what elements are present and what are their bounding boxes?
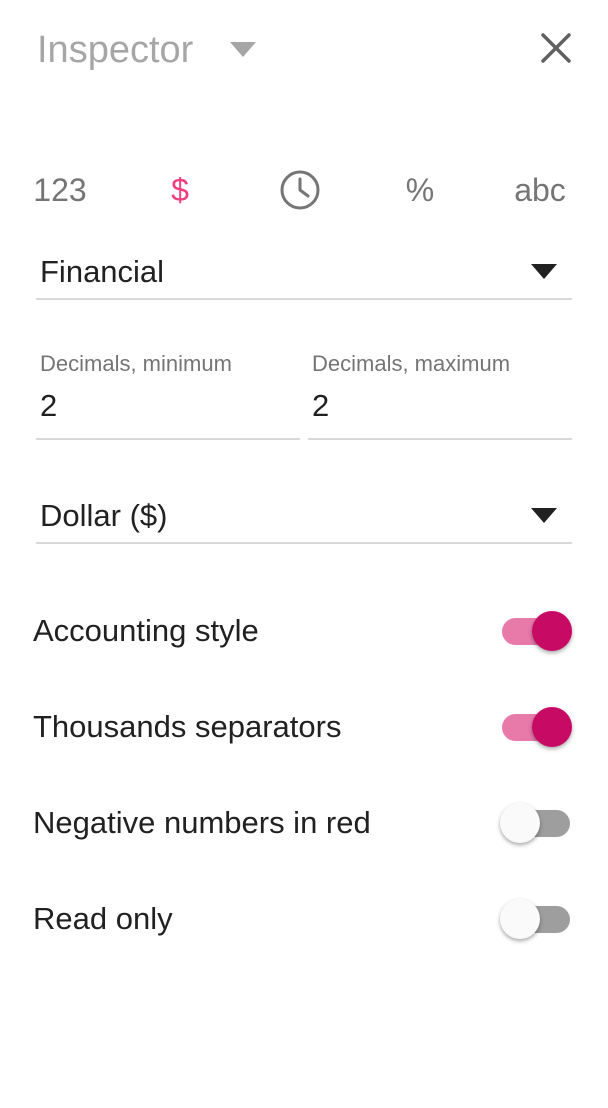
negative-red-toggle[interactable] <box>500 802 574 846</box>
decimals-min-field: Decimals, minimum <box>36 350 300 440</box>
decimals-min-label: Decimals, minimum <box>40 351 232 376</box>
clock-icon <box>280 170 320 210</box>
read-only-label: Read only <box>33 901 173 936</box>
accounting-style-toggle[interactable] <box>500 610 574 654</box>
format-percent-button[interactable]: % <box>398 168 442 212</box>
format-select-value: Financial <box>40 254 165 289</box>
currency-select-value: Dollar ($) <box>40 498 168 533</box>
title-dropdown-icon[interactable] <box>230 42 256 57</box>
currency-select[interactable]: Dollar ($) <box>36 490 572 544</box>
decimals-max-input[interactable] <box>312 386 552 426</box>
format-time-button[interactable] <box>278 168 322 212</box>
format-text-button[interactable]: abc <box>508 168 572 212</box>
decimals-max-label: Decimals, maximum <box>312 351 511 376</box>
format-number-button[interactable]: 123 <box>30 168 90 212</box>
format-currency-button[interactable]: $ <box>155 168 205 212</box>
accounting-style-label: Accounting style <box>33 613 259 648</box>
read-only-toggle[interactable] <box>500 898 574 942</box>
thousands-separators-label: Thousands separators <box>33 709 342 744</box>
format-select[interactable]: Financial <box>36 246 572 300</box>
negative-red-label: Negative numbers in red <box>33 805 371 840</box>
decimals-max-field: Decimals, maximum <box>308 350 572 440</box>
dropdown-arrow-icon <box>531 264 557 279</box>
close-icon[interactable] <box>536 28 576 68</box>
dropdown-arrow-icon <box>531 508 557 523</box>
panel-title: Inspector <box>37 29 194 71</box>
decimals-min-input[interactable] <box>40 386 280 426</box>
thousands-separators-toggle[interactable] <box>500 706 574 750</box>
